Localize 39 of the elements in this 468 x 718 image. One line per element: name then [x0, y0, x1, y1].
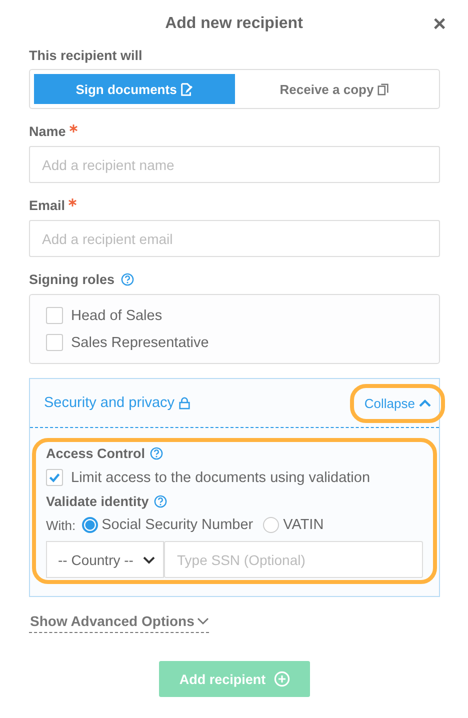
dialog-title: Add new recipient [165, 15, 303, 33]
field-label: Email [29, 198, 66, 213]
text-field[interactable]: Add a recipient name [29, 146, 440, 183]
checkbox[interactable] [46, 469, 63, 486]
collapse-button[interactable]: Collapse [358, 392, 437, 414]
field-label: Name [29, 124, 66, 139]
close-button[interactable]: × [429, 12, 450, 36]
check-icon [48, 471, 61, 484]
id-number-field[interactable]: Type SSN (Optional) [164, 541, 423, 578]
field-label: This recipient will [29, 48, 144, 63]
advanced-options-link[interactable]: Show Advanced Options [29, 613, 210, 633]
checkbox-label: Head of Sales [71, 308, 162, 324]
help-icon[interactable] [120, 273, 134, 286]
document-pen-icon [180, 82, 193, 96]
field-label: Access Control [46, 446, 146, 461]
radio-label: VATIN [283, 517, 324, 533]
checkbox[interactable] [46, 307, 63, 324]
help-icon[interactable] [154, 495, 167, 508]
copy-icon [376, 82, 390, 96]
text-field[interactable]: Add a recipient email [29, 220, 440, 257]
country-dropdown[interactable]: -- Country -- [46, 541, 164, 578]
radio-button[interactable] [82, 517, 98, 533]
checkbox[interactable] [46, 334, 63, 351]
checkbox-label: Limit access to the documents using validation [71, 470, 370, 486]
segment-tab[interactable]: Receive a copy [234, 74, 435, 104]
chevron-down-icon [197, 617, 210, 625]
chevron-up-icon [419, 399, 431, 407]
field-label: Signing roles [29, 272, 115, 287]
segment-tab[interactable]: Sign documents [34, 74, 234, 104]
chevron-down-icon [143, 556, 155, 564]
plus-circle-icon [274, 671, 290, 687]
checkbox-label: Sales Representative [71, 334, 209, 350]
field-label: Validate identity [46, 494, 149, 509]
radio-button[interactable] [263, 517, 280, 533]
option-label: With: [46, 518, 76, 532]
lock-icon [178, 396, 191, 410]
radio-label: Social Security Number [102, 517, 254, 533]
help-icon[interactable] [150, 447, 164, 460]
section-title[interactable]: Security and privacy [44, 395, 175, 411]
